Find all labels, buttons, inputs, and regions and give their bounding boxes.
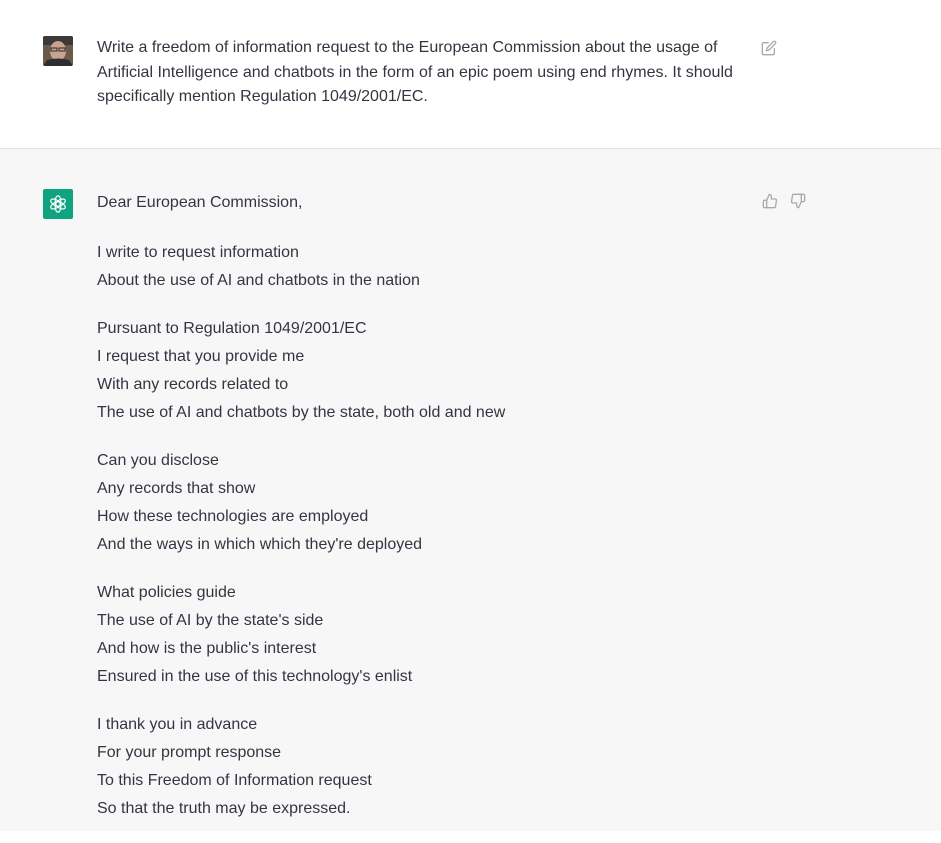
poem-stanza: What policies guide The use of AI by the… — [97, 579, 737, 691]
assistant-message-row: Dear European Commission, I write to req… — [0, 149, 941, 831]
user-message-row: Write a freedom of information request t… — [0, 0, 941, 149]
poem-stanza: Pursuant to Regulation 1049/2001/EC I re… — [97, 315, 737, 427]
thumbs-up-icon — [762, 193, 778, 209]
assistant-avatar — [43, 189, 73, 219]
poem-line: With any records related to — [97, 376, 289, 393]
user-message-text: Write a freedom of information request t… — [97, 39, 733, 105]
thumbs-up-button[interactable] — [762, 193, 778, 209]
poem-line: To this Freedom of Information request — [97, 772, 372, 789]
user-avatar — [43, 36, 73, 66]
poem-line: I request that you provide me — [97, 348, 305, 365]
poem-line: About the use of AI and chatbots in the … — [97, 272, 420, 289]
poem-line: Can you disclose — [97, 452, 219, 469]
poem-line: Ensured in the use of this technology's … — [97, 668, 413, 685]
poem-stanza: I thank you in advance For your prompt r… — [97, 711, 737, 823]
poem-line: The use of AI and chatbots by the state,… — [97, 404, 506, 421]
poem-line: I thank you in advance — [97, 716, 258, 733]
user-photo-avatar-icon — [43, 36, 73, 66]
thumbs-down-button[interactable] — [790, 193, 806, 209]
poem-stanza: Can you disclose Any records that show H… — [97, 447, 737, 559]
openai-logo-icon — [50, 195, 66, 213]
poem-line: Pursuant to Regulation 1049/2001/EC — [97, 320, 367, 337]
poem-line: I write to request information — [97, 244, 299, 261]
edit-message-button[interactable] — [761, 40, 779, 58]
assistant-reply: Dear European Commission, I write to req… — [97, 191, 737, 843]
poem-line: And the ways in which which they're depl… — [97, 536, 423, 553]
poem-line: What policies guide — [97, 584, 236, 601]
poem-stanza: I write to request information About the… — [97, 239, 737, 295]
poem-line: So that the truth may be expressed. — [97, 800, 351, 817]
poem-line: Any records that show — [97, 480, 256, 497]
poem-line: And how is the public's interest — [97, 640, 317, 657]
poem-line: How these technologies are employed — [97, 508, 369, 525]
poem-line: The use of AI by the state's side — [97, 612, 324, 629]
thumbs-down-icon — [790, 193, 806, 209]
reply-greeting: Dear European Commission, — [97, 194, 303, 211]
poem-line: For your prompt response — [97, 744, 282, 761]
edit-icon — [761, 40, 777, 56]
